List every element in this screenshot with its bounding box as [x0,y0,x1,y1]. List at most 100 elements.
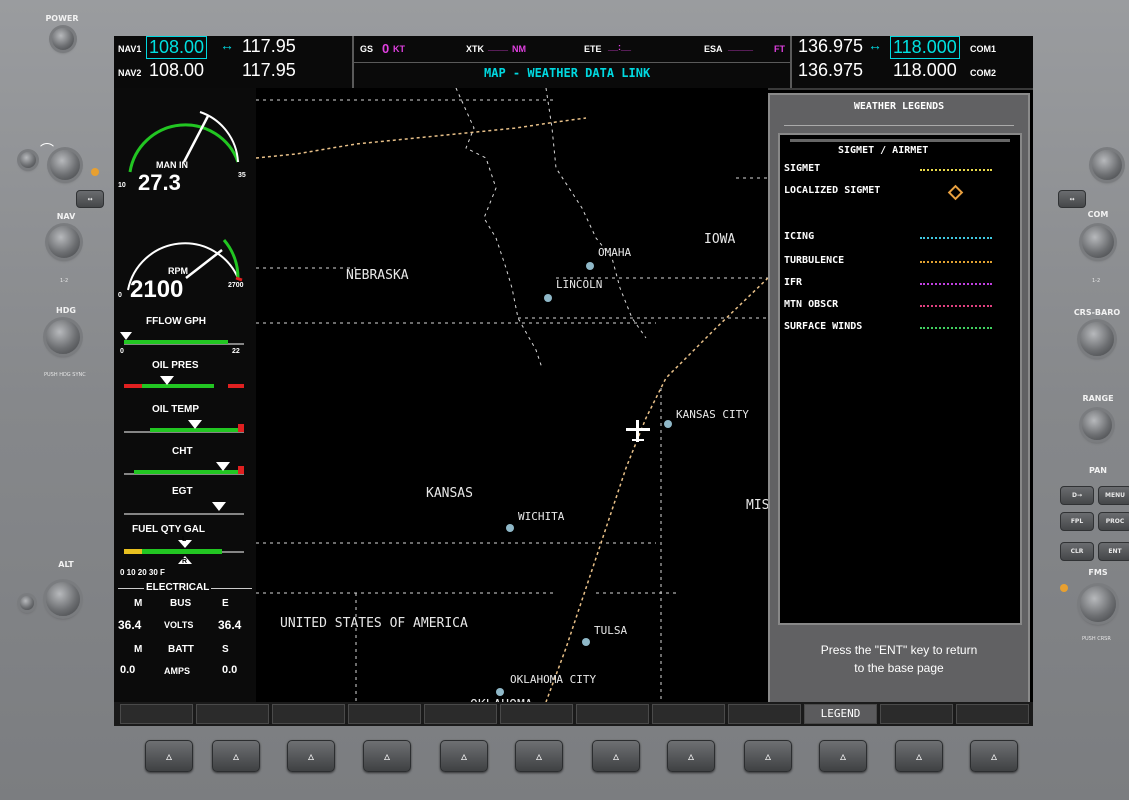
softkey-10-button[interactable]: ▵ [819,740,867,772]
softkey-1-button[interactable]: ▵ [145,740,193,772]
esa-label: ESA [704,44,723,54]
softkey-label-4 [348,704,421,724]
alt-small-knob[interactable] [20,596,34,610]
softkey-label-11 [880,704,953,724]
top-separator-right [790,36,792,88]
fflow-bar [120,332,244,345]
city-marker-lincoln[interactable] [544,294,552,302]
alt-knob[interactable] [46,582,80,616]
city-label-kansas-city: KANSAS CITY [676,408,749,421]
softkey-4-button[interactable]: ▵ [363,740,411,772]
nav1-swap-arrow-icon: ↔ [220,37,234,53]
softkey-12-button[interactable]: ▵ [970,740,1018,772]
direct-to-key[interactable]: D→ [1060,486,1094,505]
city-label-omaha: OMAHA [598,246,632,259]
nav-knob[interactable] [48,226,80,258]
weather-legend-panel: WEATHER LEGENDS SIGMET / AIRMET SIGMET L… [768,93,1030,705]
city-label-lincoln: LINCOLN [556,278,603,291]
com2-active-freq: 136.975 [798,60,864,80]
esa-unit: FT [774,44,785,54]
city-label-tulsa: TULSA [594,624,628,637]
softkey-11-button[interactable]: ▵ [895,740,943,772]
com-swap-button[interactable]: ↔ [1058,190,1086,208]
man-in-min: 10 [118,182,126,189]
alt-label: ALT [58,560,74,569]
softkey-label-5 [424,704,497,724]
softkey-5-button[interactable]: ▵ [440,740,488,772]
weather-map[interactable]: NEBRASKA IOWA KANSAS MIS UNITED STATES O… [256,88,769,713]
softkey-label-8 [652,704,725,724]
city-marker-tulsa[interactable] [582,638,590,646]
com-volume-knob[interactable] [1092,150,1122,180]
xtk-value: ____ [488,42,509,52]
com1-active-freq: 136.975 [798,36,864,56]
range-label: RANGE [1082,394,1114,403]
nav1-standby-freq: 117.95 [242,36,296,56]
legend-label-icing: ICING [784,231,815,242]
city-label-wichita: WICHITA [518,510,565,523]
softkey-7-button[interactable]: ▵ [592,740,640,772]
xtk-label: XTK [466,44,484,54]
cht-label: CHT [172,446,193,457]
softkey-label-3 [272,704,345,724]
fms-indicator-icon [1060,584,1068,592]
softkey-2-button[interactable]: ▵ [212,740,260,772]
page-title: MAP - WEATHER DATA LINK [484,66,651,80]
clr-key[interactable]: CLR [1060,542,1094,561]
localized-sigmet-diamond-icon [947,184,964,201]
pan-label: PAN [1088,466,1107,475]
mfd-screen: NAV1 108.00 ↔ 117.95 NAV2 108.00 117.95 … [114,36,1033,726]
softkey-label-bar: LEGEND [114,702,1033,726]
xtk-unit: NM [512,44,526,54]
oil-pres-label: OIL PRES [152,360,199,371]
menu-key[interactable]: MENU [1098,486,1129,505]
crs-baro-knob[interactable] [1080,322,1114,356]
city-marker-oklahoma-city[interactable] [496,688,504,696]
power-button[interactable] [52,28,74,50]
legend-footer-line1: Press the "ENT" key to return [820,643,978,657]
com-swap-label: 1-2 [1092,278,1101,284]
legend-footer-line2: to the base page [854,661,944,675]
elec-m-label: M [134,598,143,609]
aircraft-icon [626,420,650,442]
softkey-9-button[interactable]: ▵ [744,740,792,772]
softkey-8-button[interactable]: ▵ [667,740,715,772]
hdg-knob[interactable] [46,320,80,354]
city-marker-omaha[interactable] [586,262,594,270]
city-marker-wichita[interactable] [506,524,514,532]
legend-title: WEATHER LEGENDS [853,101,945,112]
hdg-push-label: PUSH HDG SYNC [44,372,86,378]
fpl-key[interactable]: FPL [1060,512,1094,531]
left-side-small-knob[interactable] [20,152,36,168]
com-knob[interactable] [1082,226,1114,258]
range-joystick[interactable] [1082,410,1112,440]
ent-key[interactable]: ENT [1098,542,1129,561]
softkey-label-legend: LEGEND [804,704,877,724]
country-label: UNITED STATES OF AMERICA [280,616,468,631]
nav-volume-knob[interactable] [50,150,80,180]
push-crsr-label: PUSH CRSR [1082,636,1111,642]
fuel-tank-left: L [182,536,187,543]
oil-temp-label: OIL TEMP [152,404,200,415]
proc-key[interactable]: PROC [1098,512,1129,531]
oil-temp-bar [124,420,244,433]
city-marker-kansas-city[interactable] [664,420,672,428]
city-label-oklahoma-city: OKLAHOMA CITY [510,673,597,686]
legend-label-sigmet: SIGMET [784,163,821,174]
turbulence-line-icon [920,261,992,263]
softkey-3-button[interactable]: ▵ [287,740,335,772]
rpm-max: 2700 [228,282,244,289]
mtn-obscr-line-icon [920,305,992,307]
fuel-scale: 0 10 20 30 F [120,568,165,577]
esa-value: _____ [728,42,754,52]
page-title-divider [354,62,790,63]
gs-label: GS [360,44,374,54]
legend-section-title: SIGMET / AIRMET [838,145,929,156]
nav-swap-button[interactable]: ↔ [76,190,104,208]
fms-knob[interactable] [1080,586,1116,622]
man-in-label: MAN IN [156,160,188,170]
state-label-kansas: KANSAS [426,486,473,501]
legend-label-surface-winds: SURFACE WINDS [784,321,863,332]
egt-bar [124,502,244,515]
softkey-6-button[interactable]: ▵ [515,740,563,772]
